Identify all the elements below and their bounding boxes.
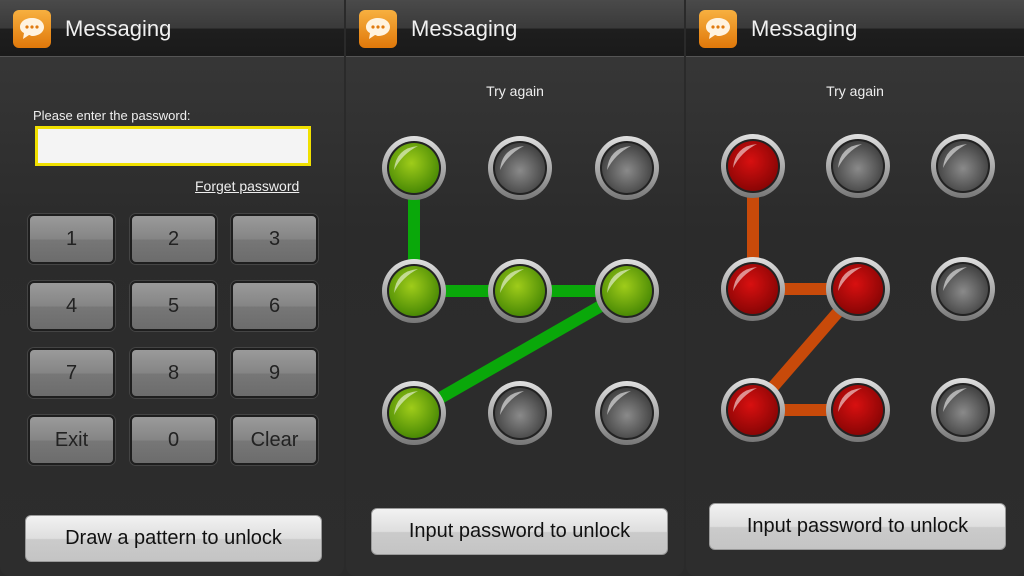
key-9-button[interactable]: 9 <box>231 348 318 398</box>
pattern-dot-8[interactable] <box>595 381 659 445</box>
app-header: Messaging <box>0 0 344 57</box>
pattern-dot-selected-6[interactable] <box>721 378 785 442</box>
key-7-button[interactable]: 7 <box>28 348 115 398</box>
status-text: Try again <box>826 83 884 99</box>
status-text: Try again <box>486 83 544 99</box>
pattern-dot-selected-0[interactable] <box>721 134 785 198</box>
key-clear-button[interactable]: Clear <box>231 415 318 465</box>
pattern-dot-selected-4[interactable] <box>488 259 552 323</box>
pattern-dot-5[interactable] <box>931 257 995 321</box>
pattern-dot-1[interactable] <box>826 134 890 198</box>
chat-bubble-icon <box>13 10 51 48</box>
pattern-dot-7[interactable] <box>488 381 552 445</box>
forgot-password-link[interactable]: Forget password <box>195 178 308 194</box>
pattern-dot-2[interactable] <box>595 136 659 200</box>
pattern-dot-selected-3[interactable] <box>721 257 785 321</box>
pattern-dot-2[interactable] <box>931 134 995 198</box>
key-3-button[interactable]: 3 <box>231 214 318 264</box>
pattern-dot-selected-0[interactable] <box>382 136 446 200</box>
key-0-button[interactable]: 0 <box>130 415 217 465</box>
key-6-button[interactable]: 6 <box>231 281 318 331</box>
pattern-dot-selected-5[interactable] <box>595 259 659 323</box>
key-8-button[interactable]: 8 <box>130 348 217 398</box>
key-1-button[interactable]: 1 <box>28 214 115 264</box>
pattern-dot-selected-4[interactable] <box>826 257 890 321</box>
pattern-dot-8[interactable] <box>931 378 995 442</box>
pattern-panel-success: Messaging Try again Input password to unl… <box>346 0 684 576</box>
key-exit-button[interactable]: Exit <box>28 415 115 465</box>
pattern-dot-selected-6[interactable] <box>382 381 446 445</box>
pattern-grid[interactable] <box>686 0 1024 480</box>
pattern-dot-selected-7[interactable] <box>826 378 890 442</box>
app-title: Messaging <box>65 16 172 41</box>
key-2-button[interactable]: 2 <box>130 214 217 264</box>
pattern-grid[interactable] <box>346 0 684 480</box>
key-5-button[interactable]: 5 <box>130 281 217 331</box>
pattern-dot-selected-3[interactable] <box>382 259 446 323</box>
key-4-button[interactable]: 4 <box>28 281 115 331</box>
draw-pattern-button[interactable]: Draw a pattern to unlock <box>25 515 322 562</box>
password-panel: Messaging Please enter the password: For… <box>0 0 344 576</box>
pattern-dot-1[interactable] <box>488 136 552 200</box>
input-password-button[interactable]: Input password to unlock <box>371 508 668 555</box>
pattern-panel-error: Messaging Try again Input password to unl… <box>686 0 1024 576</box>
password-prompt: Please enter the password: <box>33 108 191 123</box>
input-password-button[interactable]: Input password to unlock <box>709 503 1006 550</box>
password-input[interactable] <box>35 126 311 166</box>
